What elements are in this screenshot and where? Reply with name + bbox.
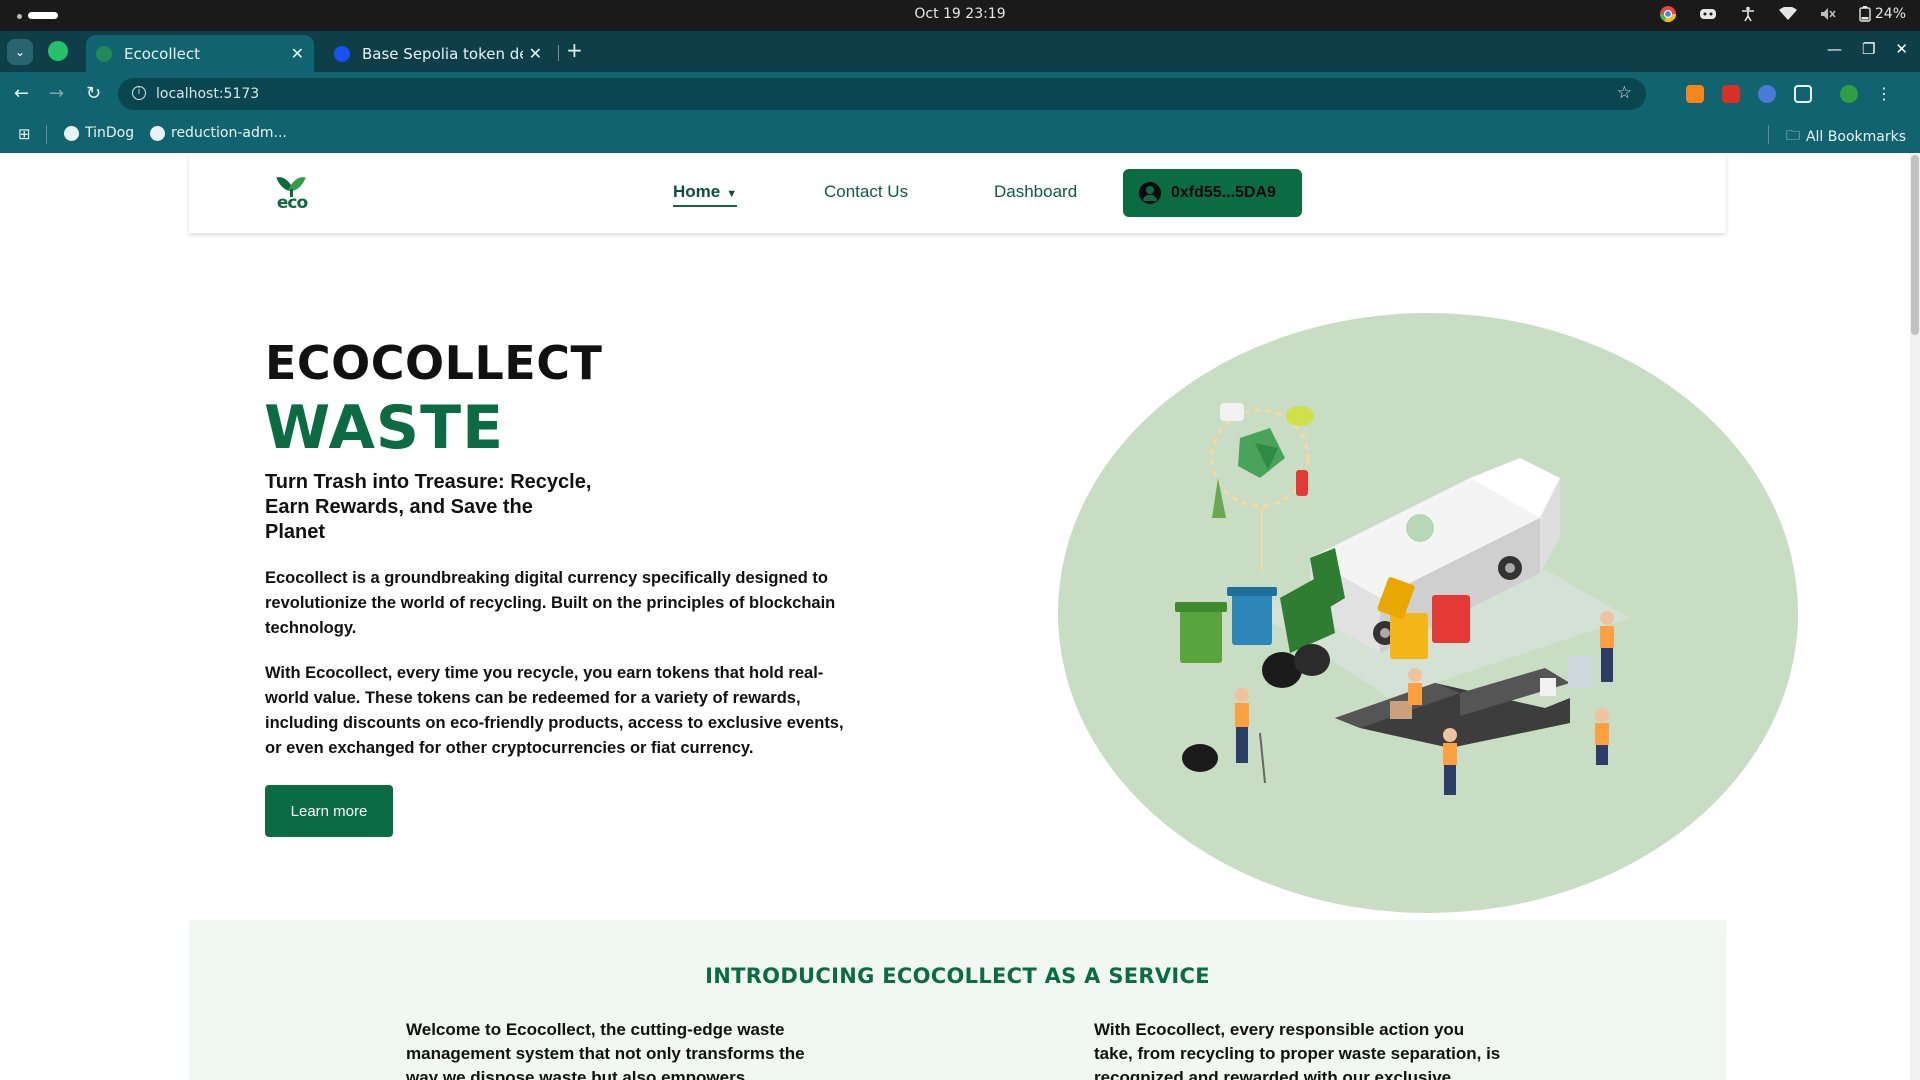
service-title: INTRODUCING ECOCOLLECT AS A SERVICE bbox=[705, 964, 1210, 988]
caret-down-icon: ▼ bbox=[726, 188, 738, 200]
forward-arrow-icon[interactable]: → bbox=[49, 83, 64, 104]
service-paragraph-left: Welcome to Ecocollect, the cutting-edge … bbox=[406, 1020, 805, 1080]
tab-divider bbox=[558, 45, 559, 61]
bookmark-label: reduction-adm... bbox=[171, 125, 287, 141]
basescan-favicon-icon bbox=[334, 45, 350, 62]
restore-icon[interactable]: ❐ bbox=[1862, 40, 1875, 58]
bookmark-label: TinDog bbox=[85, 125, 135, 141]
os-top-bar: Oct 19 23:19 24% bbox=[0, 0, 1920, 31]
address-bar-url: localhost:5173 bbox=[156, 86, 260, 102]
extensions-puzzle-icon[interactable] bbox=[1794, 84, 1812, 103]
window-controls: — ❐ ✕ bbox=[1827, 40, 1908, 58]
scrollbar-thumb[interactable] bbox=[1911, 155, 1919, 335]
close-tab-icon[interactable]: ✕ bbox=[529, 44, 542, 63]
pdf-extension-icon[interactable] bbox=[1722, 84, 1740, 103]
battery-indicator[interactable]: 24% bbox=[1859, 6, 1906, 22]
system-clock[interactable]: Oct 19 23:19 bbox=[0, 6, 1920, 22]
browser-tab-strip: ⌄ Ecocollect ✕ Base Sepolia token detai … bbox=[0, 31, 1920, 72]
volume-muted-icon[interactable] bbox=[1819, 5, 1837, 23]
bookmark-reduction-admin[interactable]: reduction-adm... bbox=[150, 125, 287, 141]
tab-search-button[interactable]: ⌄ bbox=[7, 39, 33, 65]
minimize-icon[interactable]: — bbox=[1827, 40, 1842, 58]
close-window-icon[interactable]: ✕ bbox=[1895, 40, 1908, 58]
profile-avatar-icon[interactable] bbox=[1840, 84, 1858, 103]
browser-toolbar: ← → ↻ i localhost:5173 ☆ ⋮ bbox=[0, 72, 1920, 116]
user-avatar-icon bbox=[1139, 182, 1161, 204]
bookmarks-divider bbox=[1768, 125, 1769, 144]
apps-grid-icon[interactable]: ⊞ bbox=[18, 125, 31, 143]
wallet-account-button[interactable]: 0xfd55...5DA9 bbox=[1123, 169, 1302, 217]
vpn-extension-icon[interactable] bbox=[1758, 84, 1776, 103]
nav-dashboard[interactable]: Dashboard bbox=[994, 182, 1077, 202]
reload-icon[interactable]: ↻ bbox=[86, 83, 101, 104]
nav-home-label: Home bbox=[673, 182, 721, 201]
tab-base-sepolia[interactable]: Base Sepolia token detai ✕ bbox=[324, 35, 552, 72]
bookmarks-bar: ⊞ TinDog reduction-adm... 🗀 All Bookmark… bbox=[0, 116, 1920, 153]
tab-ecocollect[interactable]: Ecocollect ✕ bbox=[86, 35, 314, 72]
pinned-tab-whatsapp[interactable] bbox=[48, 41, 68, 61]
nav-home[interactable]: Home ▼ bbox=[673, 182, 738, 207]
site-navbar: eco Home ▼ Contact Us Dashboard 0xfd55...… bbox=[189, 153, 1726, 233]
extensions-area: ⋮ bbox=[1686, 84, 1892, 103]
eco-logo[interactable]: eco bbox=[273, 173, 311, 213]
wifi-icon[interactable] bbox=[1778, 5, 1797, 23]
web-page: eco Home ▼ Contact Us Dashboard 0xfd55...… bbox=[0, 153, 1920, 1080]
page-scrollbar[interactable] bbox=[1910, 153, 1920, 1080]
address-bar[interactable]: i localhost:5173 ☆ bbox=[118, 78, 1646, 110]
new-tab-plus-icon[interactable]: + bbox=[566, 38, 583, 62]
chrome-icon[interactable] bbox=[1659, 5, 1677, 23]
github-icon bbox=[150, 125, 165, 141]
accessibility-icon[interactable] bbox=[1739, 5, 1757, 23]
all-bookmarks-label: All Bookmarks bbox=[1805, 129, 1906, 145]
battery-icon bbox=[1859, 6, 1871, 22]
hero-paragraph: With Ecocollect, every time you recycle,… bbox=[265, 664, 844, 757]
back-arrow-icon[interactable]: ← bbox=[14, 83, 29, 104]
metamask-extension-icon[interactable] bbox=[1686, 84, 1704, 103]
ecocollect-favicon-icon bbox=[96, 45, 112, 62]
system-tray[interactable]: 24% bbox=[1659, 5, 1906, 23]
all-bookmarks-button[interactable]: 🗀 All Bookmarks bbox=[1786, 125, 1906, 149]
learn-more-button[interactable]: Learn more bbox=[265, 785, 393, 837]
hero-title-highlight: WASTE bbox=[264, 393, 505, 463]
wallet-address: 0xfd55...5DA9 bbox=[1171, 184, 1276, 201]
bookmark-tindog[interactable]: TinDog bbox=[64, 125, 134, 141]
tab-title: Ecocollect bbox=[124, 44, 201, 63]
service-section: INTRODUCING ECOCOLLECT AS A SERVICE Welc… bbox=[189, 920, 1726, 1080]
service-paragraph-right: With Ecocollect, every responsible actio… bbox=[1094, 1020, 1501, 1080]
hero-title: ECOCOLLECT bbox=[265, 336, 603, 390]
battery-percent: 24% bbox=[1874, 6, 1906, 22]
nav-contact-us[interactable]: Contact Us bbox=[824, 182, 908, 202]
tab-title: Base Sepolia token detai bbox=[362, 44, 523, 63]
recycling-truck-illustration bbox=[1175, 403, 1630, 795]
hero-subtitle: Turn Trash into Treasure: Recycle, Earn … bbox=[265, 471, 592, 543]
close-tab-icon[interactable]: ✕ bbox=[291, 44, 304, 63]
folder-icon: 🗀 bbox=[1785, 128, 1800, 144]
hero-paragraph: Ecocollect is a groundbreaking digital c… bbox=[265, 569, 836, 637]
bookmark-star-icon[interactable]: ☆ bbox=[1617, 83, 1632, 103]
logo-text: eco bbox=[276, 193, 308, 213]
discord-icon[interactable] bbox=[1699, 5, 1717, 23]
globe-icon bbox=[64, 125, 79, 141]
browser-menu-icon[interactable]: ⋮ bbox=[1876, 84, 1892, 103]
site-info-icon[interactable]: i bbox=[132, 86, 146, 100]
bookmarks-divider bbox=[46, 125, 47, 144]
